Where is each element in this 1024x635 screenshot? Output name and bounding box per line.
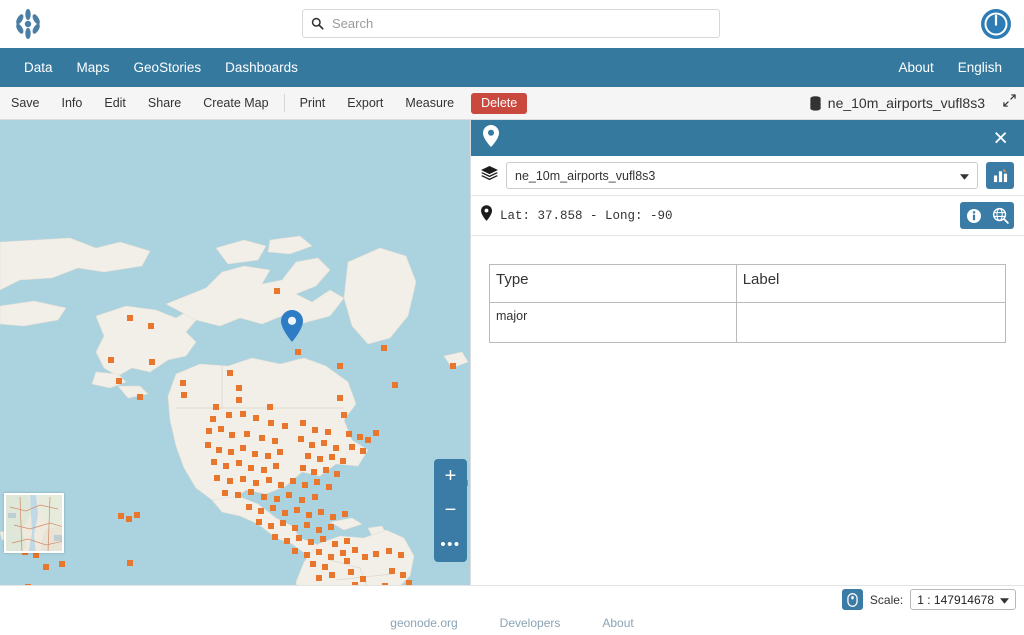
overview-minimap[interactable] bbox=[4, 493, 64, 553]
column-header-label: Label bbox=[736, 265, 1005, 303]
geonode-flower-logo-icon[interactable] bbox=[8, 4, 48, 44]
toolbar-edit-button[interactable]: Edit bbox=[93, 87, 137, 119]
map-basemap bbox=[0, 120, 470, 585]
layer-toolbar: Save Info Edit Share Create Map Print Ex… bbox=[0, 87, 1024, 120]
map-zoom-controls: + − ••• bbox=[434, 459, 467, 562]
scale-label: Scale: bbox=[870, 593, 903, 607]
info-button[interactable] bbox=[960, 202, 987, 229]
search-input[interactable] bbox=[332, 11, 711, 36]
coordinates-readout: Lat: 37.858 - Long: -90 bbox=[500, 209, 952, 223]
toolbar-share-button[interactable]: Share bbox=[137, 87, 192, 119]
cell-type: major bbox=[490, 303, 737, 343]
cell-label bbox=[736, 303, 1005, 343]
layer-select-dropdown[interactable]: ne_10m_airports_vufl8s3 bbox=[506, 162, 978, 189]
pin-small-icon bbox=[481, 205, 492, 226]
map-pin-icon bbox=[483, 125, 499, 152]
toolbar-print-button[interactable]: Print bbox=[289, 87, 337, 119]
search-icon bbox=[311, 17, 324, 30]
coordinates-row: Lat: 37.858 - Long: -90 bbox=[471, 196, 1024, 236]
globe-search-icon bbox=[992, 207, 1009, 224]
top-bar bbox=[0, 0, 1024, 48]
scale-select-dropdown[interactable]: 1 : 147914678 bbox=[910, 589, 1016, 610]
globe-search-button[interactable] bbox=[987, 202, 1014, 229]
fullscreen-expand-icon[interactable] bbox=[1003, 94, 1016, 112]
info-icon bbox=[966, 208, 982, 224]
power-user-icon[interactable] bbox=[978, 6, 1014, 42]
chevron-down-icon bbox=[1000, 593, 1009, 607]
navbar-right-group: About English bbox=[886, 48, 1014, 87]
layers-icon bbox=[481, 166, 498, 186]
toolbar-layer-title-group: ne_10m_airports_vufl8s3 bbox=[809, 94, 1016, 112]
mouse-position-icon bbox=[847, 593, 858, 607]
feature-attributes-table: Type Label major bbox=[489, 264, 1006, 343]
scale-control-group: Scale: 1 : 147914678 bbox=[842, 589, 1016, 610]
nav-item-geostories[interactable]: GeoStories bbox=[122, 48, 214, 87]
toolbar-save-button[interactable]: Save bbox=[0, 87, 51, 119]
zoom-in-button[interactable]: + bbox=[434, 459, 467, 493]
layer-selector-row: ne_10m_airports_vufl8s3 bbox=[471, 156, 1024, 196]
identify-panel: × ne_10m_airports_vufl8s3 bbox=[470, 120, 1024, 585]
zoom-out-button[interactable]: − bbox=[434, 493, 467, 527]
nav-item-dashboards[interactable]: Dashboards bbox=[213, 48, 310, 87]
nav-item-language[interactable]: English bbox=[946, 48, 1014, 87]
table-header-row: Type Label bbox=[490, 265, 1006, 303]
toolbar-info-button[interactable]: Info bbox=[51, 87, 94, 119]
toolbar-measure-button[interactable]: Measure bbox=[394, 87, 465, 119]
navbar-left-group: Data Maps GeoStories Dashboards bbox=[0, 48, 310, 87]
nav-item-about[interactable]: About bbox=[886, 48, 945, 87]
bar-chart-button[interactable] bbox=[986, 162, 1014, 189]
toolbar-create-map-button[interactable]: Create Map bbox=[192, 87, 279, 119]
map-canvas[interactable]: + − ••• bbox=[0, 120, 470, 585]
layer-select-value: ne_10m_airports_vufl8s3 bbox=[515, 169, 655, 183]
map-more-options-button[interactable]: ••• bbox=[434, 527, 467, 561]
identify-panel-header: × bbox=[471, 120, 1024, 156]
nav-item-data[interactable]: Data bbox=[12, 48, 65, 87]
footer-link-about[interactable]: About bbox=[602, 616, 633, 630]
close-panel-button[interactable]: × bbox=[989, 126, 1012, 151]
nav-item-maps[interactable]: Maps bbox=[65, 48, 122, 87]
toolbar-layer-name: ne_10m_airports_vufl8s3 bbox=[828, 95, 985, 111]
toolbar-delete-button[interactable]: Delete bbox=[471, 93, 527, 114]
search-box[interactable] bbox=[302, 9, 720, 38]
chevron-down-icon bbox=[960, 169, 969, 183]
mouse-position-button[interactable] bbox=[842, 589, 863, 610]
identify-actions-group bbox=[960, 202, 1014, 229]
database-stack-icon bbox=[809, 96, 822, 111]
column-header-type: Type bbox=[490, 265, 737, 303]
toolbar-export-button[interactable]: Export bbox=[336, 87, 394, 119]
page-footer: geonode.org Developers About bbox=[0, 610, 1024, 635]
bar-chart-icon bbox=[993, 168, 1008, 183]
scale-value: 1 : 147914678 bbox=[917, 593, 994, 607]
toolbar-divider bbox=[284, 94, 285, 112]
footer-link-developers[interactable]: Developers bbox=[500, 616, 561, 630]
main-navbar: Data Maps GeoStories Dashboards About En… bbox=[0, 48, 1024, 87]
geonode-map-viewer: Data Maps GeoStories Dashboards About En… bbox=[0, 0, 1024, 635]
footer-link-geonode[interactable]: geonode.org bbox=[390, 616, 457, 630]
table-row: major bbox=[490, 303, 1006, 343]
